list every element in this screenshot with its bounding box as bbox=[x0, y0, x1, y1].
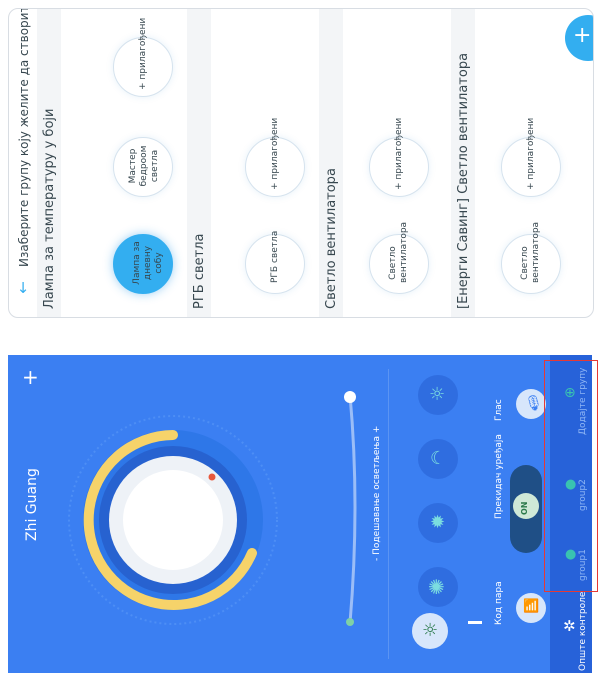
option-label: + прилагођени bbox=[138, 17, 148, 90]
slider-handle bbox=[344, 391, 356, 403]
option-label: Лампа за дневну собу bbox=[132, 241, 164, 285]
plus-icon: + bbox=[573, 23, 592, 48]
custom-group-button[interactable]: + прилагођени bbox=[113, 18, 173, 97]
scene-bright-button[interactable]: ✺ bbox=[418, 567, 458, 607]
voice-button[interactable]: 🎙 bbox=[516, 389, 546, 419]
scene-bug-button[interactable]: ✹ bbox=[418, 503, 458, 543]
sun-icon: ✺ bbox=[428, 575, 445, 599]
option-label: Мастер бедроом светла bbox=[128, 145, 160, 187]
group-panel-title: Изаберите групу коју желите да створите bbox=[17, 8, 31, 267]
pair-code-button[interactable]: 📶 bbox=[516, 593, 546, 623]
microphone-icon: 🎙 bbox=[524, 394, 544, 412]
switch-label: Прекидач уређаја bbox=[494, 434, 504, 519]
group-option-living-room[interactable]: Лампа за дневну собу bbox=[113, 234, 173, 294]
group-option-fan-light[interactable]: Светло вентилатора bbox=[369, 221, 429, 294]
custom-group-button[interactable]: + прилагођени bbox=[369, 118, 429, 197]
scene-moon-button[interactable]: ☾ bbox=[418, 439, 458, 479]
option-label: + прилагођени bbox=[394, 117, 404, 190]
group-select-panel: ↓ Изаберите групу коју желите да створит… bbox=[8, 8, 594, 318]
slider-min-dot bbox=[346, 618, 354, 626]
pair-code-label: Код пара bbox=[494, 581, 504, 625]
moon-icon: ☾ bbox=[430, 448, 447, 469]
group-panel-header: ↓ Изаберите групу коју желите да створит… bbox=[9, 9, 37, 317]
custom-group-button[interactable]: + прилагођени bbox=[501, 118, 561, 197]
option-label: + прилагођени bbox=[526, 117, 536, 190]
dial-indicator bbox=[208, 473, 216, 481]
sun-outline-icon: ☼ bbox=[429, 384, 446, 405]
nav-general-controls[interactable]: Опште контроле bbox=[578, 592, 588, 671]
group-option-energy-fan-light[interactable]: Светло вентилатора bbox=[501, 221, 561, 294]
main-control-panel: + Zhi Guang - Подешавање осветљења + ☼ ☾… bbox=[8, 355, 592, 673]
section-title: Лампа за температуру у боји bbox=[42, 108, 57, 309]
group-option-rgb[interactable]: РГБ светла bbox=[245, 230, 305, 294]
option-label: Светло вентилатора bbox=[388, 221, 409, 283]
option-label: РГБ светла bbox=[270, 230, 280, 283]
indicator-bar bbox=[468, 621, 482, 624]
plus-icon[interactable]: + bbox=[22, 365, 39, 389]
group-option-master-bedroom[interactable]: Мастер бедроом светла bbox=[113, 137, 173, 197]
device-switch-toggle[interactable]: ON bbox=[510, 465, 542, 553]
device-title: Zhi Guang bbox=[24, 468, 40, 541]
scene-default-button[interactable]: ☼ bbox=[412, 613, 448, 649]
dial-knob-face bbox=[123, 470, 223, 570]
gear-icon[interactable]: ✲ bbox=[563, 617, 576, 635]
sun-outline-icon: ☼ bbox=[422, 620, 439, 641]
switch-state: ON bbox=[520, 501, 529, 516]
option-label: Светло вентилатора bbox=[520, 221, 541, 283]
add-group-fab[interactable]: + bbox=[565, 15, 593, 61]
color-temperature-dial[interactable] bbox=[66, 413, 280, 627]
nav-highlight-box bbox=[544, 360, 598, 592]
brightness-slider[interactable] bbox=[290, 375, 380, 645]
bug-icon: ✹ bbox=[430, 512, 446, 533]
option-label: + прилагођени bbox=[270, 117, 280, 190]
voice-label: Глас bbox=[494, 399, 504, 421]
custom-group-button[interactable]: + прилагођени bbox=[245, 118, 305, 197]
section-title: Светло вентилатора bbox=[324, 168, 339, 309]
divider bbox=[388, 369, 389, 659]
section-title: РГБ светла bbox=[192, 233, 207, 309]
scene-sun-button[interactable]: ☼ bbox=[418, 375, 458, 415]
arrow-down-icon[interactable]: ↓ bbox=[15, 279, 31, 297]
slider-track bbox=[348, 394, 357, 624]
signal-icon: 📶 bbox=[523, 599, 540, 614]
brightness-label: - Подешавање осветљења + bbox=[372, 425, 382, 561]
section-title: [Енерги Савинг] Светло вентилатора bbox=[456, 52, 471, 309]
